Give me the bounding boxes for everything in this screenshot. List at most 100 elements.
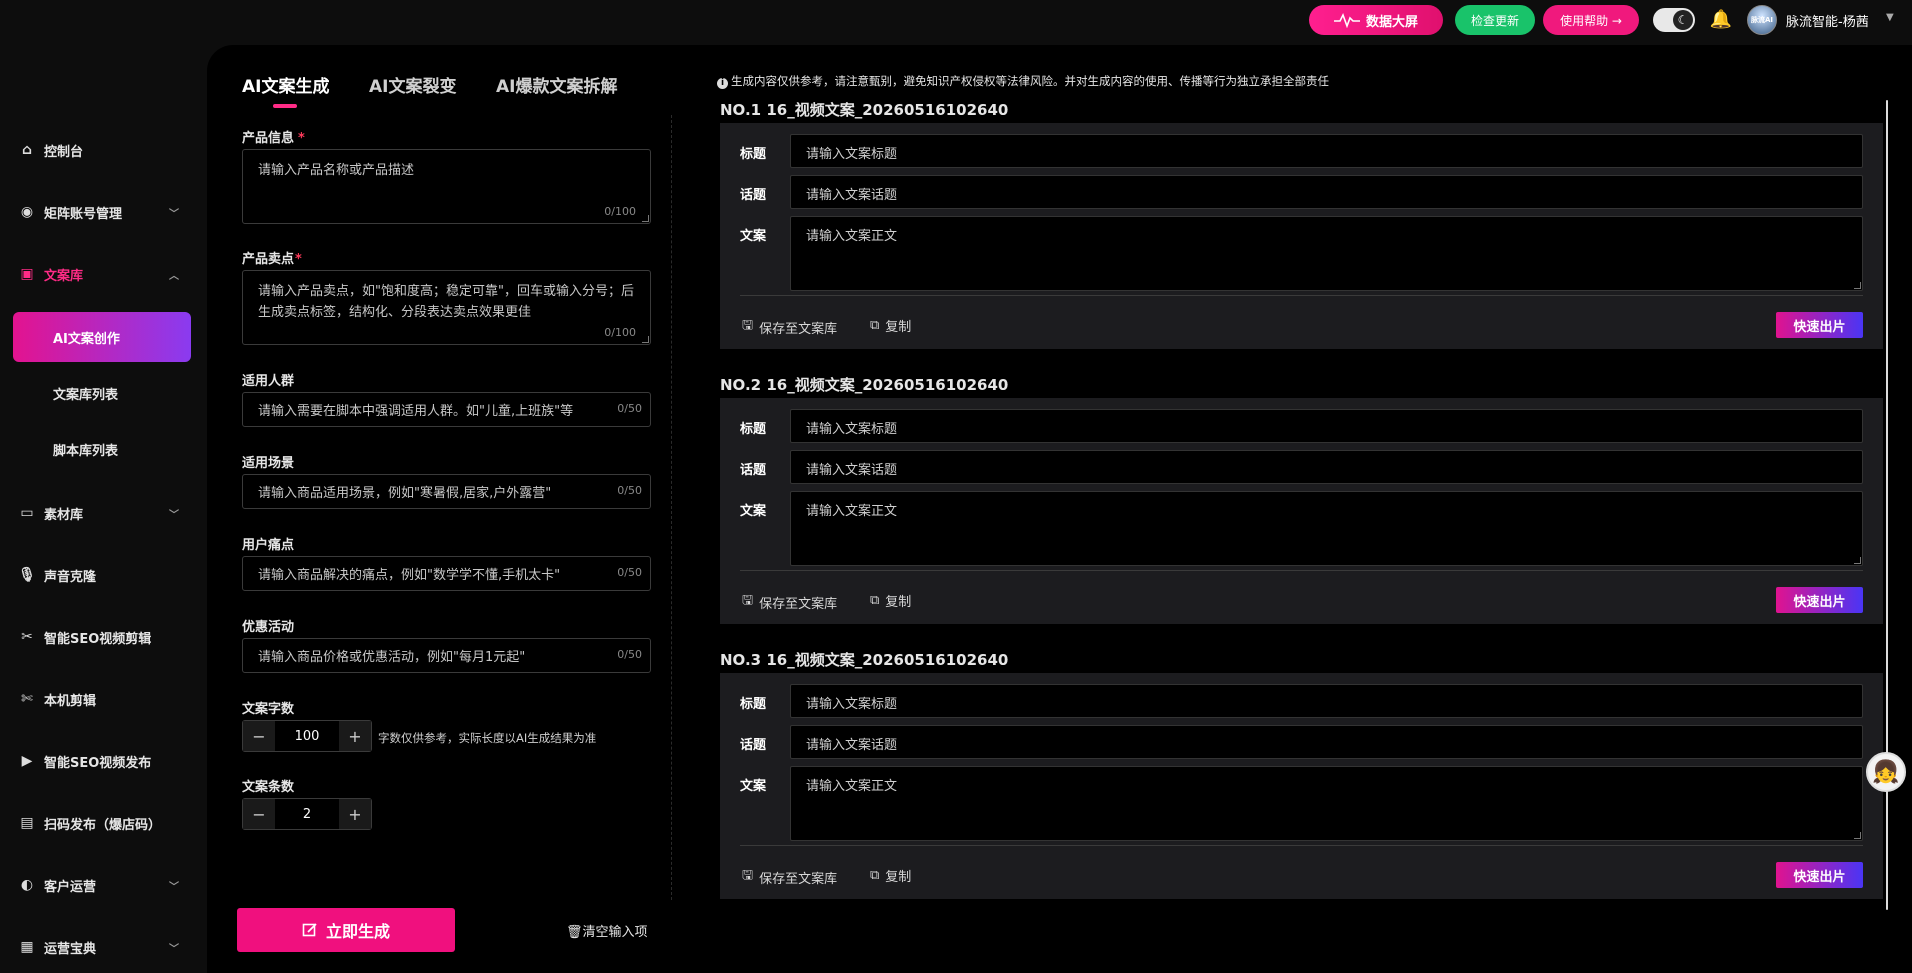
- body-label: 文案: [740, 504, 767, 519]
- divider: [740, 570, 1863, 571]
- sidebar-item-label: 声音克隆: [44, 569, 97, 585]
- theme-toggle[interactable]: ☾: [1653, 8, 1695, 32]
- selling-points-placeholder: 请输入产品卖点，如"饱和度高；稳定可靠"，回车或输入分号；后生成卖点标签，结构化…: [258, 284, 634, 320]
- resize-handle[interactable]: [1854, 557, 1861, 564]
- copy-icon: ⧉: [870, 868, 880, 883]
- pain-points-placeholder: 请输入商品解决的痛点，例如"数学学不懂,手机太卡": [258, 568, 561, 583]
- tab-ai-copy-generate[interactable]: AI文案生成: [242, 72, 329, 97]
- bell-icon[interactable]: 🔔: [1710, 7, 1732, 31]
- scissors-icon: ✂: [21, 629, 33, 645]
- save-to-library-button[interactable]: 🖫 保存至文案库: [742, 316, 837, 338]
- avatar[interactable]: 脉流AI: [1747, 5, 1777, 35]
- divider: [740, 295, 1863, 296]
- save-to-library-button[interactable]: 🖫 保存至文案库: [742, 866, 837, 888]
- check-update-button[interactable]: 检查更新: [1455, 5, 1535, 35]
- sidebar-item-label: 运营宝典: [44, 941, 97, 957]
- word-count-stepper[interactable]: − 100 +: [242, 720, 372, 752]
- scene-input[interactable]: 请输入商品适用场景，例如"寒暑假,居家,户外露营" 0/50: [242, 474, 651, 509]
- divider: [740, 845, 1863, 846]
- edit-icon: [302, 923, 317, 937]
- clear-inputs-button[interactable]: 🗑清空输入项: [566, 921, 648, 940]
- copy-button[interactable]: ⧉ 复制: [870, 591, 911, 610]
- video-icon: ▶: [21, 753, 33, 769]
- body-input[interactable]: 请输入文案正文: [790, 216, 1863, 291]
- plus-button[interactable]: +: [339, 721, 371, 751]
- char-count: 0/100: [604, 326, 636, 339]
- help-button[interactable]: 使用帮助 →: [1543, 5, 1639, 35]
- save-icon: 🖫: [742, 593, 754, 608]
- topic-input[interactable]: 请输入文案话题: [790, 450, 1863, 484]
- save-icon: 🖫: [742, 318, 754, 333]
- result-card-heading: NO.1 16_视频文案_20260516102640: [720, 101, 1009, 119]
- library-icon: ▣: [20, 266, 34, 282]
- title-placeholder: 请输入文案标题: [806, 422, 898, 437]
- copy-icon: ⧉: [870, 318, 880, 333]
- data-screen-button[interactable]: 数据大屏: [1309, 5, 1443, 35]
- char-count: 0/100: [604, 205, 636, 218]
- copy-count-stepper[interactable]: − 2 +: [242, 798, 372, 830]
- sidebar-item-seo-edit[interactable]: ✂ 智能SEO视频剪辑: [0, 617, 195, 657]
- tab-ai-copy-fission[interactable]: AI文案裂变: [369, 72, 456, 97]
- resize-handle[interactable]: [1854, 282, 1861, 289]
- sidebar-item-dashboard[interactable]: ⌂ 控制台: [0, 130, 195, 170]
- body-input[interactable]: 请输入文案正文: [790, 766, 1863, 841]
- sidebar-item-label: 控制台: [44, 144, 84, 160]
- sidebar-item-matrix-account[interactable]: ◉ 矩阵账号管理 ﹀: [0, 192, 195, 232]
- quick-video-button[interactable]: 快速出片: [1776, 312, 1863, 338]
- product-info-input[interactable]: 请输入产品名称或产品描述 0/100: [242, 149, 651, 224]
- pain-points-input[interactable]: 请输入商品解决的痛点，例如"数学学不懂,手机太卡" 0/50: [242, 556, 651, 591]
- copy-button[interactable]: ⧉ 复制: [870, 316, 911, 335]
- sidebar-subitem-ai-copy[interactable]: AI文案创作: [13, 312, 191, 362]
- title-input[interactable]: 请输入文案标题: [790, 134, 1863, 168]
- sidebar-item-label: 客户运营: [44, 879, 97, 895]
- minus-button[interactable]: −: [243, 721, 275, 751]
- book-icon: ▦: [20, 939, 34, 955]
- copy-icon: ⧉: [870, 593, 880, 608]
- chevron-up-icon: ︿: [169, 270, 179, 282]
- title-input[interactable]: 请输入文案标题: [790, 409, 1863, 443]
- resize-handle[interactable]: [642, 336, 649, 343]
- topic-placeholder: 请输入文案话题: [806, 188, 898, 203]
- folder-icon: ▭: [20, 505, 34, 521]
- topic-input[interactable]: 请输入文案话题: [790, 725, 1863, 759]
- resize-handle[interactable]: [1854, 832, 1861, 839]
- generate-button[interactable]: 立即生成: [237, 908, 455, 952]
- selling-points-input[interactable]: 请输入产品卖点，如"饱和度高；稳定可靠"，回车或输入分号；后生成卖点标签，结构化…: [242, 270, 651, 345]
- topic-input[interactable]: 请输入文案话题: [790, 175, 1863, 209]
- assistant-avatar-icon[interactable]: 👧: [1866, 752, 1906, 792]
- minus-button[interactable]: −: [243, 799, 275, 829]
- sidebar-item-copy-library[interactable]: ▣ 文案库 ︿: [0, 254, 195, 294]
- sidebar-subitem-script-list[interactable]: 脚本库列表: [53, 440, 118, 459]
- tab-ai-copy-breakdown[interactable]: AI爆款文案拆解: [496, 72, 617, 97]
- sidebar-item-handbook[interactable]: ▦ 运营宝典 ﹀: [0, 927, 195, 967]
- plus-button[interactable]: +: [339, 799, 371, 829]
- sidebar-item-customer[interactable]: ◐ 客户运营 ﹀: [0, 865, 195, 905]
- copy-count-value[interactable]: 2: [275, 799, 339, 829]
- promotion-input[interactable]: 请输入商品价格或优惠活动，例如"每月1元起" 0/50: [242, 638, 651, 673]
- resize-handle[interactable]: [642, 215, 649, 222]
- sidebar-item-voice-clone[interactable]: 🎙 声音克隆: [0, 555, 195, 595]
- title-input[interactable]: 请输入文案标题: [790, 684, 1863, 718]
- audience-input[interactable]: 请输入需要在脚本中强调适用人群。如"儿童,上班族"等 0/50: [242, 392, 651, 427]
- chevron-down-icon[interactable]: ▼: [1886, 12, 1894, 23]
- sidebar-item-label: 扫码发布（爆店码）: [44, 817, 162, 833]
- username[interactable]: 脉流智能-杨茜: [1786, 11, 1869, 30]
- qrcode-icon: ▤: [20, 815, 34, 831]
- sidebar-item-local-edit[interactable]: ✄ 本机剪辑: [0, 679, 195, 719]
- save-to-library-button[interactable]: 🖫 保存至文案库: [742, 591, 837, 613]
- char-count: 0/50: [617, 566, 642, 579]
- promotion-label: 优惠活动: [242, 620, 295, 635]
- word-count-value[interactable]: 100: [275, 721, 339, 751]
- customer-icon: ◐: [20, 877, 34, 893]
- chevron-down-icon: ﹀: [169, 509, 179, 521]
- scene-placeholder: 请输入商品适用场景，例如"寒暑假,居家,户外露营": [258, 486, 552, 501]
- sidebar-subitem-copy-list[interactable]: 文案库列表: [53, 384, 118, 403]
- sidebar-item-qr-publish[interactable]: ▤ 扫码发布（爆店码）: [0, 803, 195, 843]
- title-placeholder: 请输入文案标题: [806, 147, 898, 162]
- sidebar-item-seo-publish[interactable]: ▶ 智能SEO视频发布: [0, 741, 195, 781]
- body-input[interactable]: 请输入文案正文: [790, 491, 1863, 566]
- sidebar-item-material[interactable]: ▭ 素材库 ﹀: [0, 493, 195, 533]
- copy-button[interactable]: ⧉ 复制: [870, 866, 911, 885]
- quick-video-button[interactable]: 快速出片: [1776, 862, 1863, 888]
- quick-video-button[interactable]: 快速出片: [1776, 587, 1863, 613]
